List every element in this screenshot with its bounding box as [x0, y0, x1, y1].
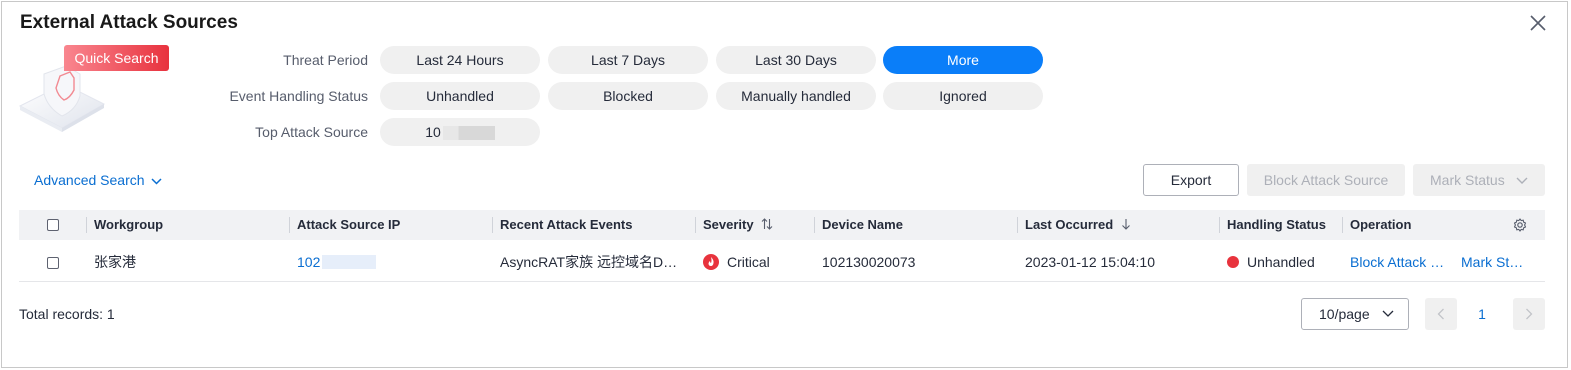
top-attack-source-label: Top Attack Source: [255, 124, 368, 140]
col-severity-label: Severity: [703, 217, 754, 232]
column-separator: [289, 217, 290, 233]
close-icon[interactable]: [1528, 13, 1548, 33]
chevron-down-icon: [1516, 177, 1528, 184]
block-attack-source-link[interactable]: Block Attack …: [1350, 242, 1450, 282]
status-blocked-chip[interactable]: Blocked: [548, 82, 708, 110]
advanced-search-toggle[interactable]: Advanced Search: [34, 172, 162, 188]
cell-recent-attack-events: AsyncRAT家族 远控域名D…: [500, 254, 678, 270]
status-ignored-chip[interactable]: Ignored: [883, 82, 1043, 110]
col-last-occurred-label: Last Occurred: [1025, 217, 1114, 232]
column-separator: [695, 217, 696, 233]
export-button[interactable]: Export: [1143, 164, 1239, 196]
status-dot-icon: [1227, 256, 1239, 268]
quick-search-badge: Quick Search: [64, 45, 169, 71]
next-page-button[interactable]: [1513, 298, 1545, 330]
threat-period-label: Threat Period: [283, 52, 368, 68]
cell-attack-source-ip[interactable]: 102: [297, 242, 487, 282]
threat-period-last-7-days[interactable]: Last 7 Days: [548, 46, 708, 74]
redacted-mask: [322, 255, 377, 269]
event-handling-status-label: Event Handling Status: [229, 88, 368, 104]
sort-descending-icon[interactable]: [1121, 218, 1131, 230]
top-attack-source-value: 10: [425, 124, 441, 140]
sort-icon[interactable]: [761, 218, 773, 230]
cell-last-occurred: 2023-01-12 15:04:10: [1025, 254, 1155, 270]
col-attack-source-ip: Attack Source IP: [297, 217, 401, 232]
col-operation: Operation: [1350, 217, 1412, 232]
mark-status-label: Mark Status: [1430, 172, 1505, 188]
column-separator: [814, 217, 815, 233]
mark-status-button[interactable]: Mark Status: [1413, 164, 1545, 196]
column-separator: [1219, 217, 1220, 233]
cell-workgroup: 张家港: [94, 254, 136, 270]
total-records: Total records: 1: [19, 306, 115, 322]
advanced-search-label: Advanced Search: [34, 172, 145, 188]
cell-device-name: 102130020073: [822, 254, 916, 270]
chevron-down-icon: [151, 178, 162, 185]
dialog-title: External Attack Sources: [20, 12, 238, 33]
handling-status-label: Unhandled: [1247, 254, 1315, 270]
mark-status-link[interactable]: Mark St…: [1461, 242, 1541, 282]
redacted-mask: [442, 126, 495, 141]
row-checkbox[interactable]: [47, 257, 59, 269]
page-size-value: 10/page: [1319, 306, 1370, 322]
select-all-checkbox[interactable]: [47, 219, 59, 231]
status-unhandled-chip[interactable]: Unhandled: [380, 82, 540, 110]
status-manually-handled-chip[interactable]: Manually handled: [716, 82, 876, 110]
threat-period-last-30-days[interactable]: Last 30 Days: [716, 46, 876, 74]
threat-period-last-24-hours[interactable]: Last 24 Hours: [380, 46, 540, 74]
col-severity[interactable]: Severity: [703, 210, 773, 240]
col-workgroup: Workgroup: [94, 217, 164, 232]
chevron-right-icon: [1526, 308, 1533, 320]
cell-severity: Critical: [703, 242, 813, 282]
top-attack-source-chip[interactable]: 10: [380, 118, 540, 146]
col-device-name: Device Name: [822, 217, 903, 232]
table-header: Workgroup Attack Source IP Recent Attack…: [19, 210, 1545, 240]
col-last-occurred[interactable]: Last Occurred: [1025, 210, 1131, 240]
column-separator: [1342, 217, 1343, 233]
gear-icon[interactable]: [1513, 218, 1527, 232]
prev-page-button[interactable]: [1425, 298, 1457, 330]
page-number-1[interactable]: 1: [1474, 298, 1490, 330]
col-recent-attack-events: Recent Attack Events: [500, 217, 633, 232]
column-separator: [1017, 217, 1018, 233]
threat-period-more[interactable]: More: [883, 46, 1043, 74]
severity-label: Critical: [727, 254, 770, 270]
chevron-down-icon: [1382, 310, 1394, 317]
table-row: 张家港 102 AsyncRAT家族 远控域名D… Critical 10213…: [19, 242, 1545, 282]
attack-source-ip-link[interactable]: 102: [297, 254, 320, 270]
block-attack-source-button[interactable]: Block Attack Source: [1247, 164, 1405, 196]
column-separator: [86, 217, 87, 233]
critical-flame-icon: [703, 254, 719, 270]
page-size-select[interactable]: 10/page: [1301, 298, 1409, 330]
cell-handling-status: Unhandled: [1227, 242, 1342, 282]
column-separator: [492, 217, 493, 233]
chevron-left-icon: [1437, 308, 1444, 320]
col-handling-status: Handling Status: [1227, 217, 1326, 232]
